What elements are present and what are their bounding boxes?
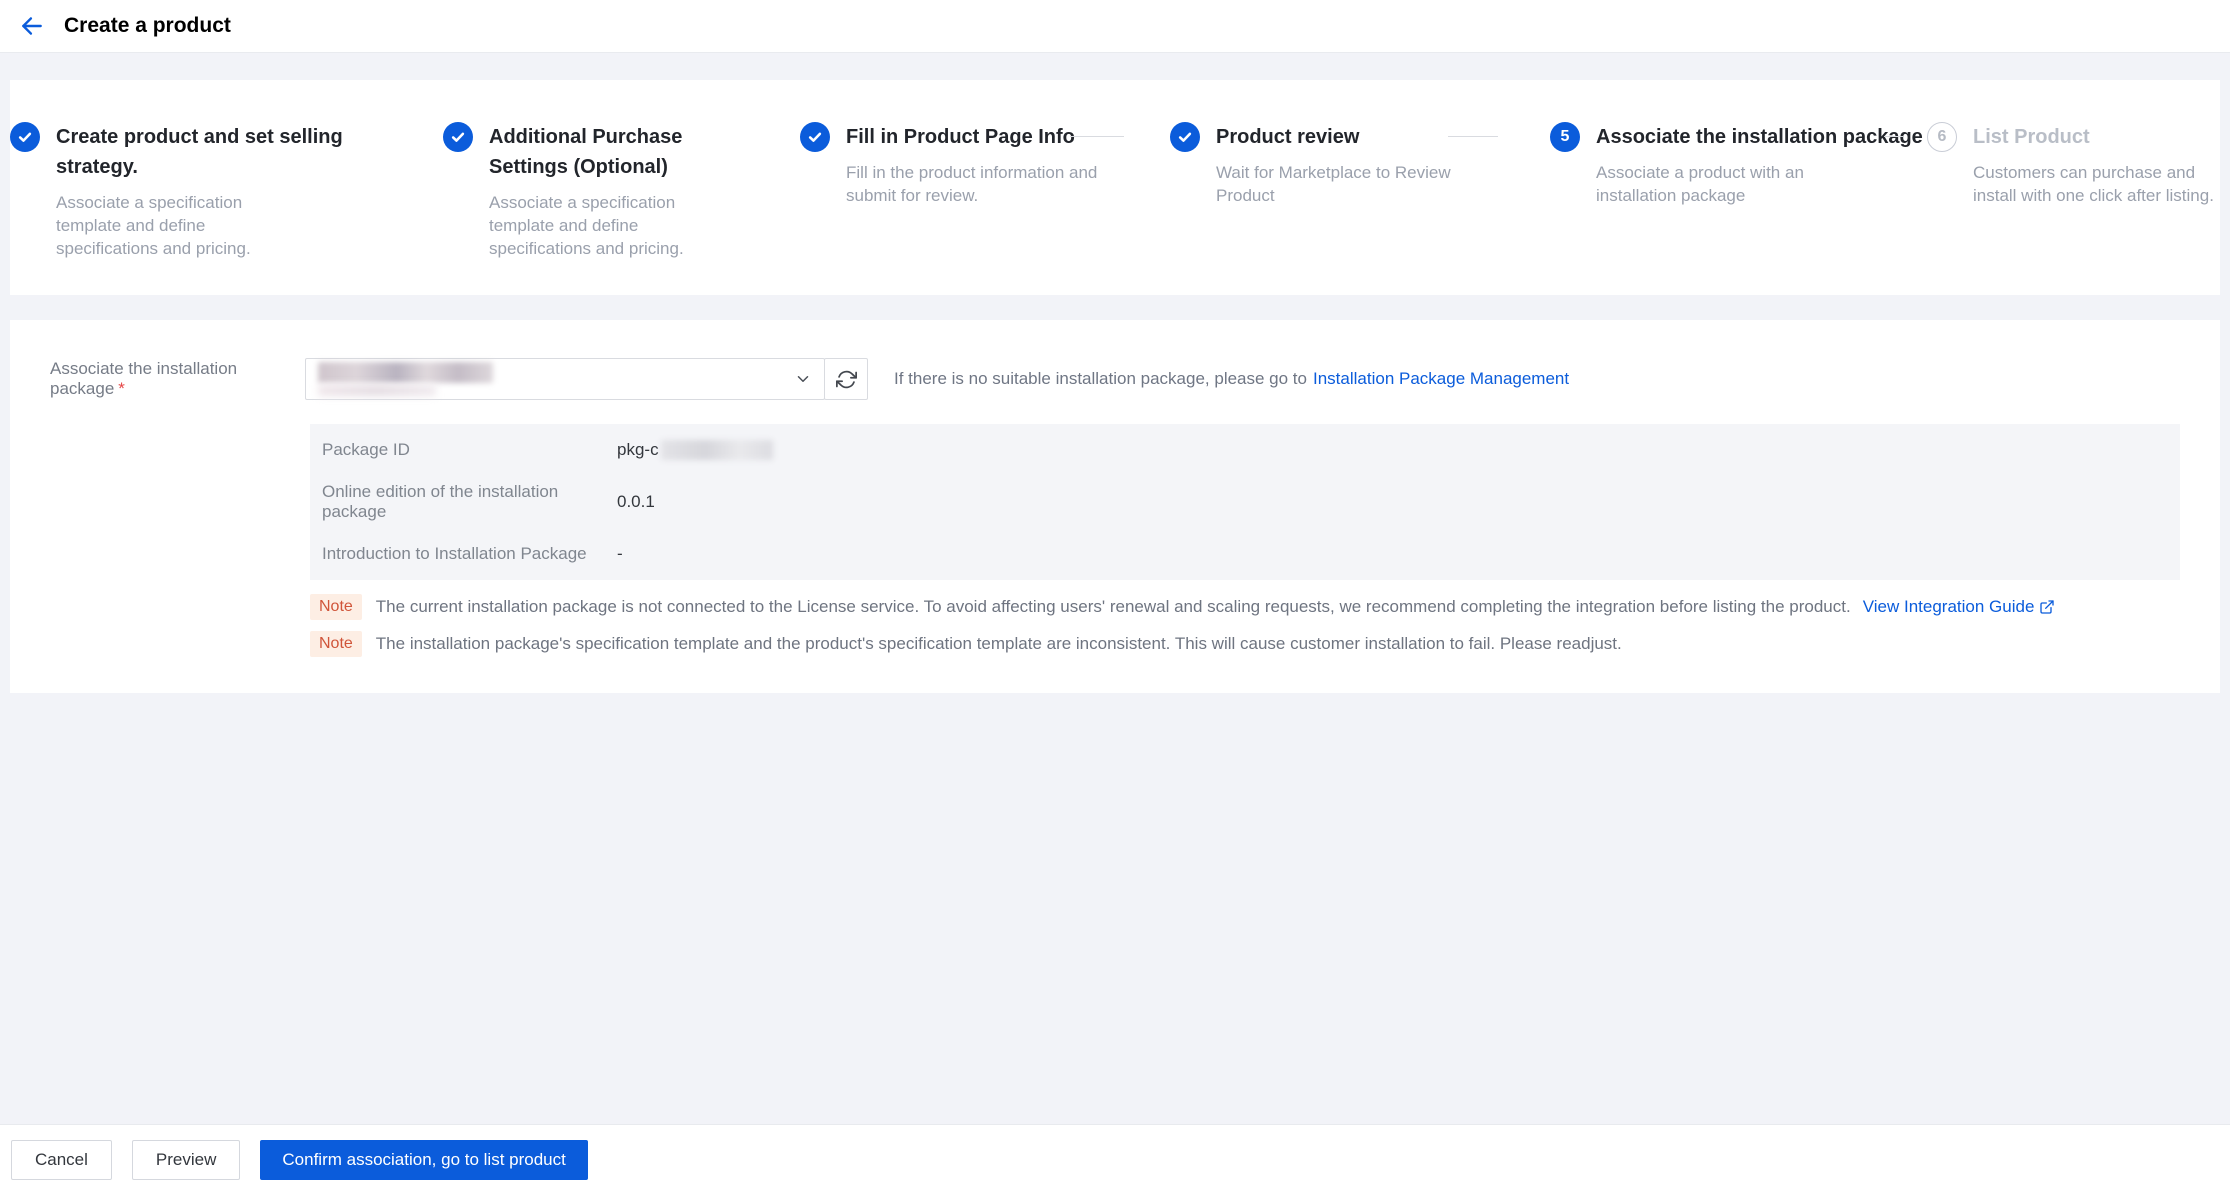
detail-row-online-edition: Online edition of the installation packa… [322, 476, 2180, 528]
step-title: Fill in Product Page Info [846, 126, 1075, 148]
step-subtitle: Associate a specification template and d… [489, 193, 684, 258]
step-number: 5 [1560, 128, 1570, 145]
checkmark-icon [449, 128, 467, 146]
package-field-row: Associate the installation package * If t… [50, 358, 1569, 400]
stepper: Create product and set selling strategy.… [10, 80, 2220, 295]
view-integration-guide-link[interactable]: View Integration Guide [1863, 597, 2056, 617]
refresh-icon [835, 369, 857, 390]
detail-label: Package ID [322, 440, 410, 459]
step-subtitle: Fill in the product information and subm… [846, 163, 1098, 205]
detail-label: Online edition of the installation packa… [322, 482, 559, 521]
installation-package-management-link[interactable]: Installation Package Management [1313, 369, 1569, 388]
step-3-product-page-info: Fill in Product Page Info Fill in the pr… [800, 122, 1104, 207]
detail-row-introduction: Introduction to Installation Package - [322, 528, 2180, 580]
step-4-product-review: Product review Wait for Marketplace to R… [1170, 122, 1468, 207]
note-text: The installation package's specification… [375, 634, 1622, 653]
required-asterisk: * [118, 379, 125, 398]
external-link-icon [2039, 599, 2055, 615]
redacted-select-value [318, 362, 794, 396]
chevron-down-icon [794, 370, 812, 388]
step-subtitle: Associate a specification template and d… [56, 193, 251, 258]
step-title: Associate the installation package [1596, 126, 1923, 148]
arrow-left-icon [19, 13, 45, 39]
associate-package-panel: Associate the installation package * If t… [10, 320, 2220, 693]
step-2-indicator [443, 122, 473, 152]
step-1-indicator [10, 122, 40, 152]
step-6-indicator: 6 [1927, 122, 1957, 152]
step-3-indicator [800, 122, 830, 152]
step-title: Product review [1216, 126, 1360, 148]
detail-row-package-id: Package ID pkg-c [322, 424, 2180, 476]
note-text: The current installation package is not … [375, 597, 1851, 616]
checkmark-icon [806, 128, 824, 146]
detail-value: - [617, 544, 623, 563]
step-subtitle: Customers can purchase and install with … [1973, 163, 2214, 205]
step-connector [1448, 136, 1498, 137]
step-title: Additional Purchase Settings (Optional) [489, 126, 683, 178]
step-2-purchase-settings: Additional Purchase Settings (Optional) … [443, 122, 761, 260]
preview-button[interactable]: Preview [131, 1139, 241, 1180]
redacted-package-id [660, 440, 773, 460]
checkmark-icon [1176, 128, 1194, 146]
step-5-associate-package: 5 Associate the installation package Ass… [1550, 122, 1923, 207]
step-5-indicator: 5 [1550, 122, 1580, 152]
page-header: Create a product [0, 0, 2230, 53]
create-product-page: Create a product Create product and set … [0, 0, 2230, 1194]
detail-label: Introduction to Installation Package [322, 544, 587, 563]
note-badge: Note [310, 594, 362, 620]
note-license-integration: Note The current installation package is… [310, 594, 2055, 620]
refresh-button[interactable] [824, 358, 868, 400]
step-title: Create product and set selling strategy. [56, 126, 343, 178]
installation-package-select[interactable] [305, 358, 825, 400]
footer-action-bar: Cancel Preview Confirm association, go t… [0, 1124, 2230, 1194]
step-number: 6 [1937, 128, 1947, 145]
step-4-indicator [1170, 122, 1200, 152]
package-details-panel: Package ID pkg-c Online edition of the i… [310, 424, 2180, 580]
no-package-help: If there is no suitable installation pac… [894, 369, 1570, 388]
step-1-create-product: Create product and set selling strategy.… [10, 122, 346, 260]
detail-value: pkg-c [617, 440, 773, 460]
step-subtitle: Associate a product with an installation… [1596, 163, 1804, 205]
detail-value: 0.0.1 [617, 492, 655, 511]
step-subtitle: Wait for Marketplace to Review Product [1216, 163, 1451, 205]
cancel-button[interactable]: Cancel [11, 1139, 112, 1180]
package-select-label: Associate the installation package * [50, 359, 238, 398]
step-6-list-product: 6 List Product Customers can purchase an… [1927, 122, 2220, 207]
page-title: Create a product [64, 14, 231, 37]
checkmark-icon [16, 128, 34, 146]
step-connector [1884, 136, 1903, 137]
confirm-association-button[interactable]: Confirm association, go to list product [260, 1139, 588, 1180]
step-connector [1070, 136, 1124, 137]
back-button[interactable] [18, 12, 46, 40]
note-badge: Note [310, 631, 362, 657]
note-spec-template-mismatch: Note The installation package's specific… [310, 631, 2055, 657]
notes-section: Note The current installation package is… [310, 594, 2055, 668]
step-title: List Product [1973, 126, 2090, 148]
